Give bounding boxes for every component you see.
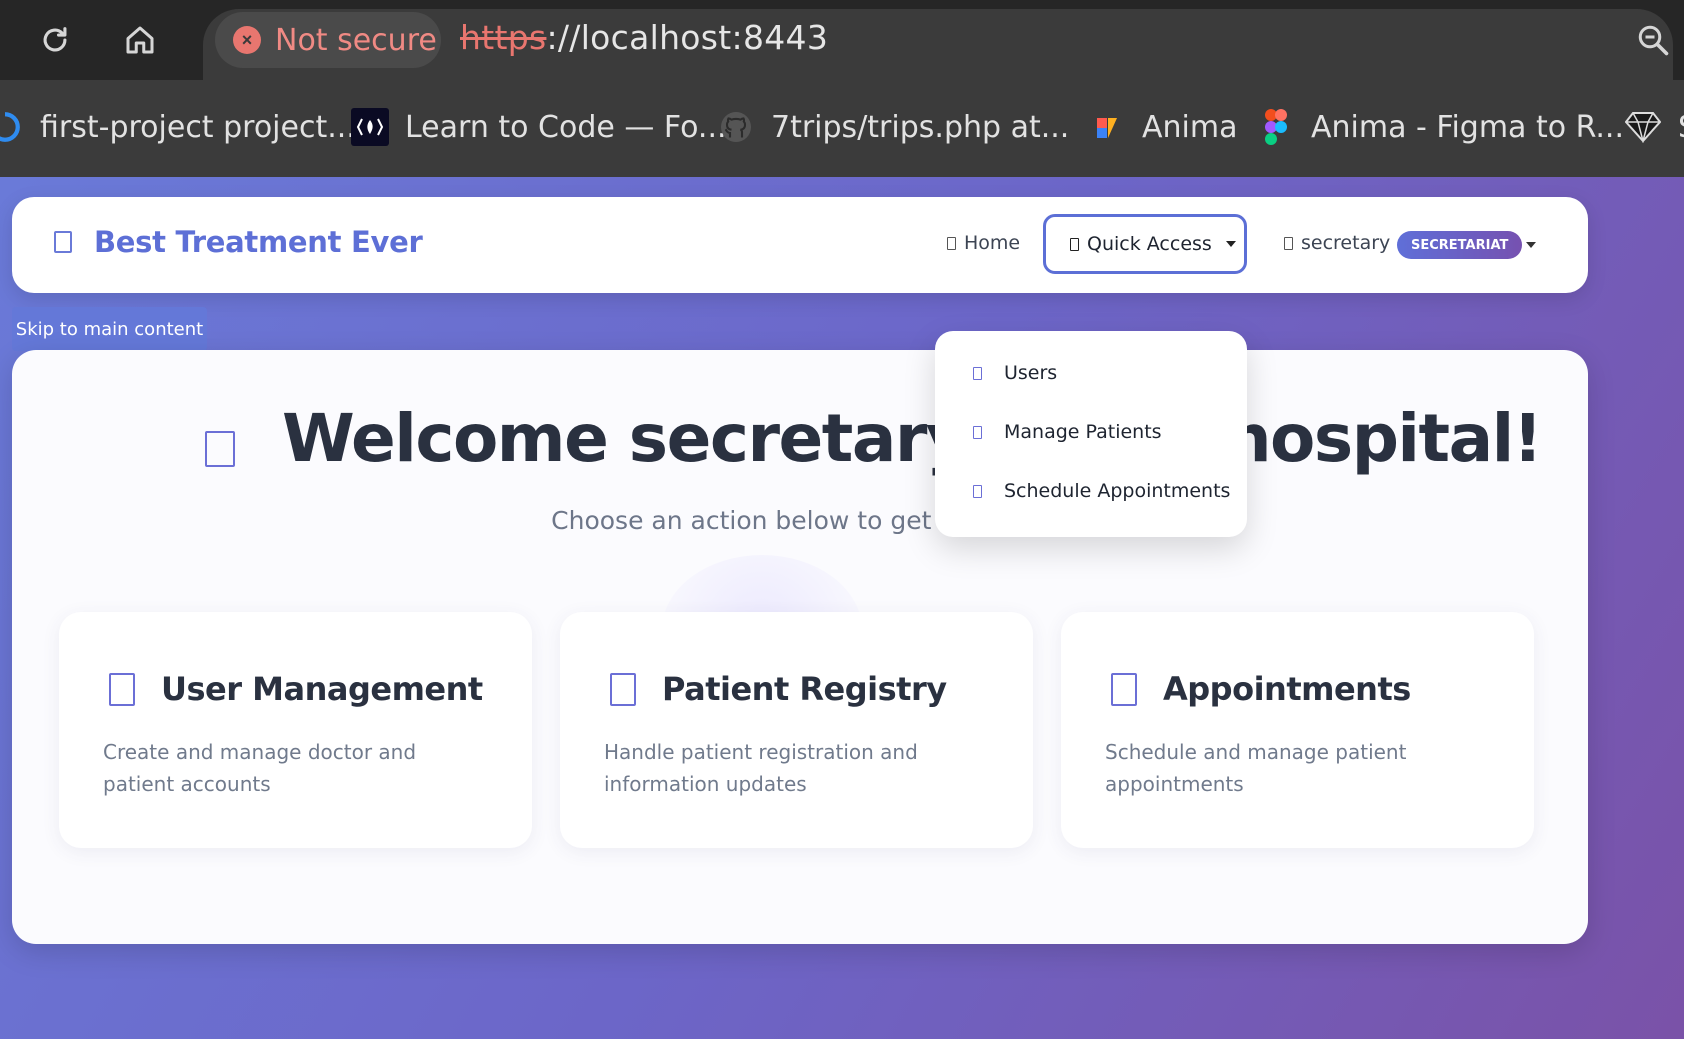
sketch-icon	[1624, 108, 1662, 146]
nav-home-label: Home	[964, 232, 1021, 254]
bookmark-label: 7trips/trips.php at...	[771, 109, 1070, 145]
calendar-icon	[973, 484, 982, 498]
bookmarks-bar: first-project project... Learn to Code —…	[0, 80, 1684, 177]
dropdown-item-users[interactable]: Users	[973, 353, 1057, 393]
user-icon	[1284, 236, 1293, 250]
anima-icon	[1088, 108, 1126, 146]
github-icon	[717, 108, 755, 146]
zoom-button[interactable]	[1625, 14, 1681, 66]
not-secure-icon: ×	[233, 26, 261, 54]
role-badge: SECRETARIAT	[1397, 231, 1523, 259]
dropdown-item-label: Schedule Appointments	[1004, 480, 1231, 502]
dropdown-item-schedule-appointments[interactable]: Schedule Appointments	[973, 471, 1230, 511]
feature-title: Patient Registry	[662, 670, 947, 708]
bookmark-label: S	[1678, 110, 1684, 145]
figma-icon	[1257, 108, 1295, 146]
feature-description: Handle patient registration and informat…	[604, 740, 918, 796]
feature-title: User Management	[161, 670, 483, 708]
home-icon	[947, 236, 956, 250]
feature-description: Schedule and manage patient appointments	[1105, 740, 1407, 796]
azure-devops-icon	[0, 108, 24, 146]
page-subtitle-wrap: Choose an action below to get started	[12, 506, 1568, 535]
hospital-icon	[54, 231, 72, 253]
calendar-icon	[1111, 672, 1137, 706]
dropdown-item-manage-patients[interactable]: Manage Patients	[973, 412, 1162, 452]
home-button[interactable]	[112, 14, 168, 66]
bookmark-anima[interactable]: Anima	[1088, 102, 1237, 152]
chevron-down-icon	[1225, 241, 1236, 247]
feature-description: Create and manage doctor and patient acc…	[103, 740, 417, 796]
username: secretary	[1301, 232, 1391, 254]
patient-icon	[973, 425, 982, 439]
bookmark-label: first-project project...	[40, 109, 356, 145]
feature-card-user-management[interactable]: User Management Create and manage doctor…	[59, 612, 532, 848]
dropdown-item-label: Users	[1004, 362, 1058, 384]
user-menu-chevron-icon[interactable]	[1526, 242, 1536, 248]
main-content: Welcome secretary to the hospital! Choos…	[12, 350, 1588, 944]
skip-to-main-link[interactable]: Skip to main content	[12, 307, 207, 351]
dropdown-item-label: Manage Patients	[1004, 421, 1162, 443]
quick-access-label: Quick Access	[1087, 233, 1212, 255]
patient-icon	[610, 672, 636, 706]
url-text[interactable]: https://localhost:8443	[460, 18, 828, 57]
feature-title: Appointments	[1163, 670, 1411, 708]
nav-home-link[interactable]: Home	[947, 232, 1020, 254]
security-label: Not secure	[275, 22, 437, 58]
bookmark-github[interactable]: 7trips/trips.php at...	[717, 102, 1069, 152]
freecodecamp-icon	[351, 108, 389, 146]
bookmark-sketch[interactable]: S	[1624, 102, 1684, 152]
bookmark-freecodecamp[interactable]: Learn to Code — Fo...	[351, 102, 727, 152]
feature-card-appointments[interactable]: Appointments Schedule and manage patient…	[1061, 612, 1534, 848]
brand-link[interactable]: Best Treatment Ever	[54, 225, 423, 259]
user-menu[interactable]: secretary	[1284, 232, 1390, 254]
browser-toolbar: × Not secure https://localhost:8443	[0, 0, 1684, 80]
brand-name: Best Treatment Ever	[94, 225, 423, 259]
url-scheme: https	[460, 18, 547, 57]
page-title: Welcome secretary to the hospital!	[282, 400, 1543, 477]
zoom-icon	[1638, 25, 1669, 56]
url-host: ://localhost:8443	[546, 18, 829, 57]
bolt-icon	[1070, 237, 1079, 251]
reload-icon	[43, 27, 67, 52]
page-background: Best Treatment Ever Home Quick Access se…	[0, 177, 1684, 1039]
bookmark-anima-figma[interactable]: Anima - Figma to R...	[1257, 102, 1624, 152]
quick-access-dropdown: Users Manage Patients Schedule Appointme…	[935, 331, 1247, 537]
bookmark-first-project[interactable]: first-project project...	[0, 102, 356, 152]
quick-access-button[interactable]: Quick Access	[1043, 214, 1247, 274]
users-icon	[109, 672, 135, 706]
hero-hospital-icon	[205, 431, 235, 467]
home-icon	[126, 26, 154, 54]
feature-card-patient-registry[interactable]: Patient Registry Handle patient registra…	[560, 612, 1033, 848]
security-chip[interactable]: × Not secure	[215, 12, 441, 68]
navbar: Best Treatment Ever Home Quick Access se…	[12, 197, 1588, 293]
bookmark-label: Anima	[1142, 109, 1238, 145]
reload-button[interactable]	[27, 14, 83, 66]
users-icon	[973, 366, 982, 380]
bookmark-label: Anima - Figma to R...	[1311, 109, 1625, 145]
bookmark-label: Learn to Code — Fo...	[405, 109, 727, 145]
